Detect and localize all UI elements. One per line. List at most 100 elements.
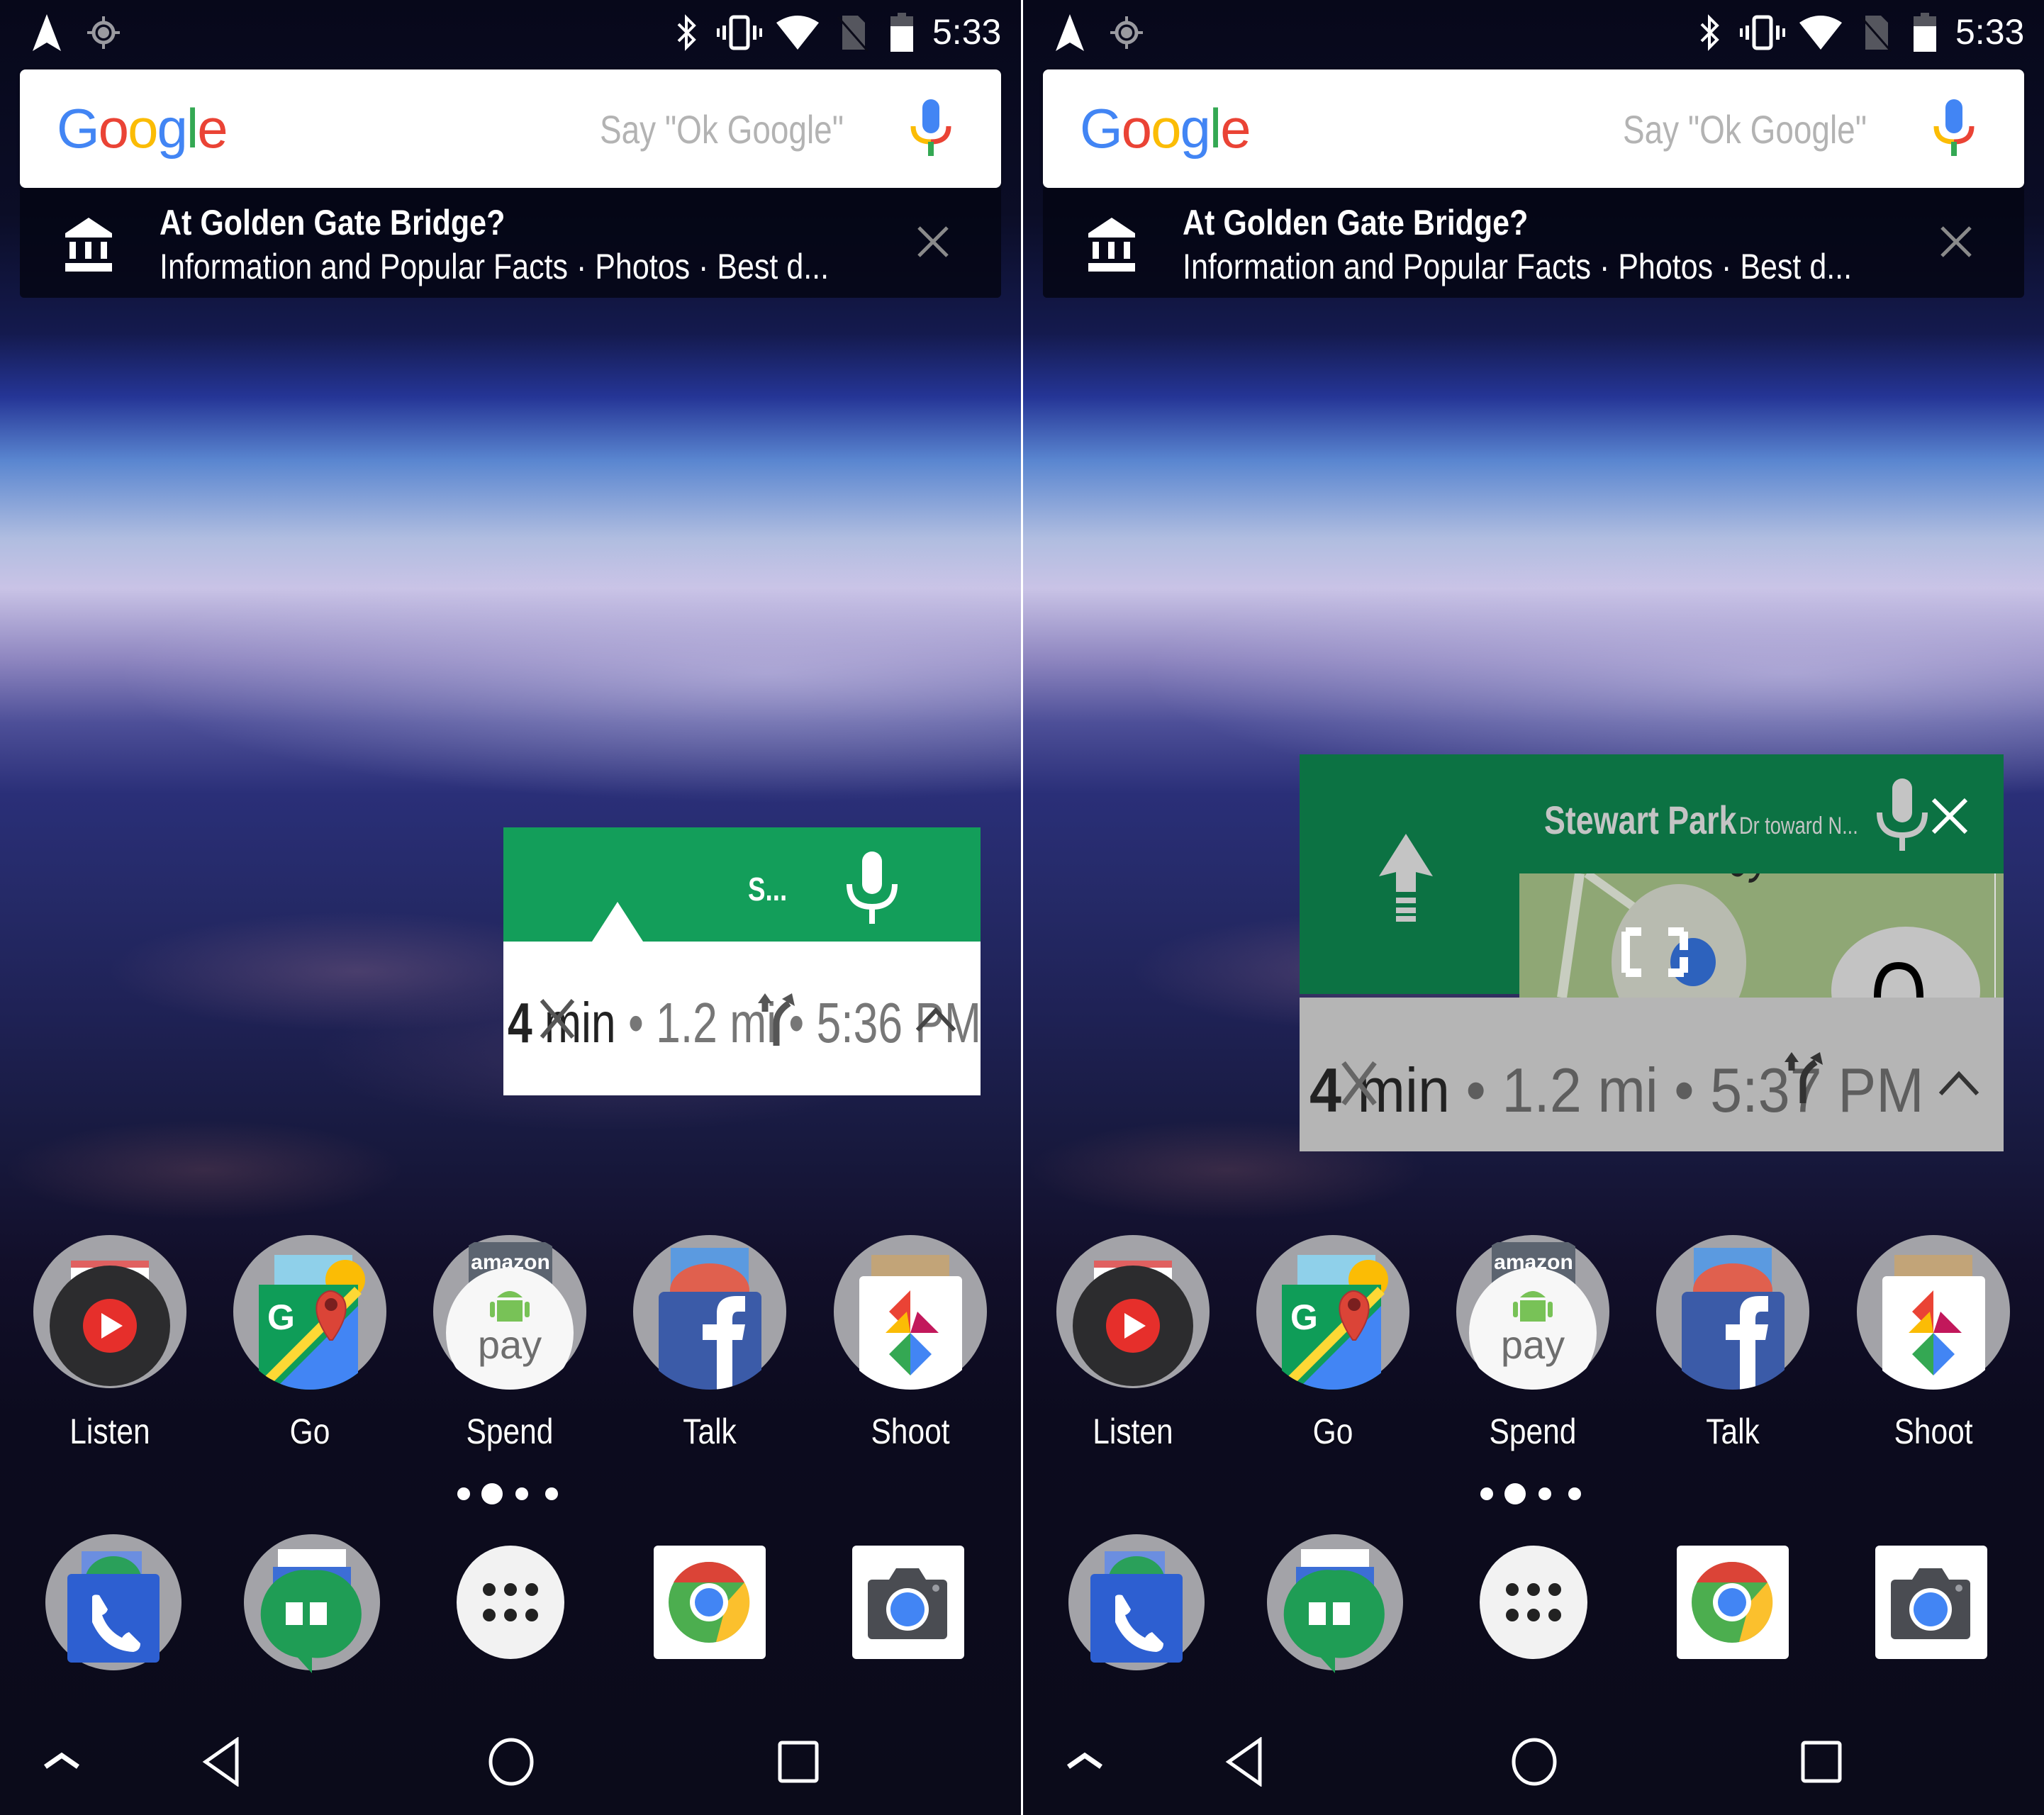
google-search-bar[interactable]: Google Say "Ok Google" bbox=[1043, 69, 2024, 188]
home-icon[interactable] bbox=[488, 1737, 535, 1790]
photos-folder-icon bbox=[832, 1234, 988, 1390]
chrome-app[interactable] bbox=[638, 1531, 780, 1673]
app-folder-talk[interactable]: Talk bbox=[1655, 1234, 1811, 1452]
google-logo-letter: l bbox=[1209, 97, 1222, 160]
svg-text:pay: pay bbox=[478, 1322, 542, 1367]
app-folder-listen[interactable]: Listen bbox=[32, 1234, 188, 1452]
camera-app[interactable] bbox=[1860, 1531, 2001, 1673]
street-name: S... bbox=[748, 871, 788, 908]
street-name: Stewart Park Dr toward N... bbox=[1544, 797, 1858, 843]
navigation-arrow-icon bbox=[27, 13, 67, 52]
recents-icon[interactable] bbox=[777, 1740, 820, 1787]
chevron-up-icon[interactable] bbox=[1938, 1068, 1980, 1100]
google-logo-letter: o bbox=[128, 97, 158, 160]
home-icon[interactable] bbox=[1511, 1737, 1558, 1790]
expand-up-icon[interactable] bbox=[43, 1746, 81, 1777]
phone-icon bbox=[67, 1574, 160, 1663]
navigation-arrow-icon bbox=[1050, 13, 1090, 52]
app-folder-go[interactable]: G Go bbox=[232, 1234, 388, 1452]
back-icon[interactable] bbox=[1223, 1736, 1266, 1790]
museum-icon bbox=[1087, 216, 1137, 273]
suggestion-card[interactable]: At Golden Gate Bridge? Information and P… bbox=[20, 188, 1001, 298]
app-label: Shoot bbox=[871, 1412, 950, 1451]
vibrate-icon bbox=[1739, 13, 1786, 52]
wifi-icon bbox=[1797, 13, 1844, 52]
voice-mic-icon[interactable] bbox=[1874, 776, 1931, 857]
app-drawer-button[interactable] bbox=[440, 1531, 581, 1673]
phone-folder[interactable] bbox=[43, 1531, 184, 1673]
page-dot bbox=[1568, 1487, 1581, 1500]
app-folder-shoot[interactable]: Shoot bbox=[1855, 1234, 2011, 1452]
close-icon-overlay[interactable] bbox=[1341, 1060, 1378, 1110]
battery-icon bbox=[1911, 13, 1939, 52]
photos-folder-icon bbox=[1855, 1234, 2011, 1390]
camera-icon bbox=[852, 1546, 964, 1659]
facebook-folder-icon bbox=[632, 1234, 788, 1390]
chrome-app[interactable] bbox=[1661, 1531, 1803, 1673]
back-icon[interactable] bbox=[200, 1736, 242, 1790]
route-fork-icon[interactable] bbox=[755, 990, 799, 1051]
no-sim-icon bbox=[837, 13, 869, 52]
chevron-up-icon[interactable] bbox=[915, 1005, 957, 1037]
recents-icon[interactable] bbox=[1800, 1740, 1843, 1787]
phone-folder[interactable] bbox=[1066, 1531, 1207, 1673]
app-folder-spend[interactable]: amazon pay Spend bbox=[1455, 1234, 1611, 1452]
dismiss-card-close-icon[interactable] bbox=[915, 223, 951, 260]
app-folder-shoot[interactable]: Shoot bbox=[832, 1234, 988, 1452]
app-label: Talk bbox=[1706, 1412, 1760, 1451]
page-dot bbox=[1538, 1487, 1551, 1500]
app-label: Shoot bbox=[1894, 1412, 1973, 1451]
app-folder-talk[interactable]: Talk bbox=[632, 1234, 788, 1452]
navigation-widget[interactable]: S... 4 min • 1.2 mi • 5:36 PM bbox=[503, 827, 981, 1095]
app-folder-go[interactable]: G Go bbox=[1255, 1234, 1411, 1452]
direction-arrow-icon bbox=[592, 902, 643, 942]
vibrate-icon bbox=[716, 13, 763, 52]
app-folder-spend[interactable]: amazon pay Spend bbox=[432, 1234, 588, 1452]
separator-dot: • bbox=[1674, 1055, 1694, 1125]
voice-search-mic-icon[interactable] bbox=[906, 98, 956, 162]
close-icon[interactable] bbox=[1931, 797, 1969, 839]
voice-mic-icon[interactable] bbox=[844, 849, 900, 927]
google-logo-letter: e bbox=[1220, 97, 1251, 160]
youtube-music-folder-icon bbox=[32, 1234, 188, 1390]
expand-up-icon[interactable] bbox=[1066, 1746, 1104, 1777]
app-drawer-icon bbox=[457, 1546, 564, 1659]
app-folder-listen[interactable]: Listen bbox=[1055, 1234, 1211, 1452]
status-bar: 5:33 bbox=[1023, 0, 2044, 65]
phone-icon bbox=[1090, 1574, 1183, 1663]
eta-minutes: 4 bbox=[508, 991, 532, 1054]
page-dot bbox=[1480, 1487, 1493, 1500]
youtube-music-folder-icon bbox=[1055, 1234, 1211, 1390]
screenshot-divider bbox=[1021, 0, 1023, 1815]
close-icon[interactable] bbox=[539, 998, 576, 1044]
eta-minutes: 4 bbox=[1309, 1055, 1342, 1125]
hangouts-folder[interactable] bbox=[1264, 1531, 1406, 1673]
route-fork-icon[interactable] bbox=[1782, 1051, 1827, 1108]
page-dot bbox=[515, 1487, 528, 1500]
page-dot bbox=[457, 1487, 470, 1500]
voice-search-mic-icon[interactable] bbox=[1929, 98, 1979, 162]
phone-screen-right: 5:33 Google Say "Ok Google" At Golden Ga… bbox=[1023, 0, 2044, 1815]
mini-map[interactable]: Ste bbox=[1519, 873, 2004, 998]
svg-text:G: G bbox=[1290, 1297, 1318, 1337]
google-logo-letter: g bbox=[157, 97, 187, 160]
google-logo-letter: e bbox=[197, 97, 228, 160]
google-search-bar[interactable]: Google Say "Ok Google" bbox=[20, 69, 1001, 188]
bluetooth-icon bbox=[1697, 13, 1722, 52]
battery-icon bbox=[888, 13, 916, 52]
chrome-icon bbox=[1677, 1546, 1789, 1659]
hangouts-folder[interactable] bbox=[241, 1531, 383, 1673]
google-logo: Google bbox=[1080, 96, 1251, 161]
clock: 5:33 bbox=[1955, 12, 2025, 52]
app-drawer-button[interactable] bbox=[1463, 1531, 1604, 1673]
app-drawer-icon bbox=[1480, 1546, 1587, 1659]
navigation-widget-expanded[interactable]: Stewart Park Dr toward N... Ste 4 min • 1.… bbox=[1300, 754, 2004, 1151]
no-sim-icon bbox=[1860, 13, 1892, 52]
dismiss-card-close-icon[interactable] bbox=[1938, 223, 1975, 260]
app-label: Go bbox=[1312, 1412, 1353, 1451]
camera-app[interactable] bbox=[837, 1531, 978, 1673]
svg-text:pay: pay bbox=[1501, 1322, 1565, 1367]
maps-folder-icon: G bbox=[232, 1234, 388, 1390]
google-logo-letter: G bbox=[1080, 97, 1123, 160]
suggestion-card[interactable]: At Golden Gate Bridge? Information and P… bbox=[1043, 188, 2024, 298]
